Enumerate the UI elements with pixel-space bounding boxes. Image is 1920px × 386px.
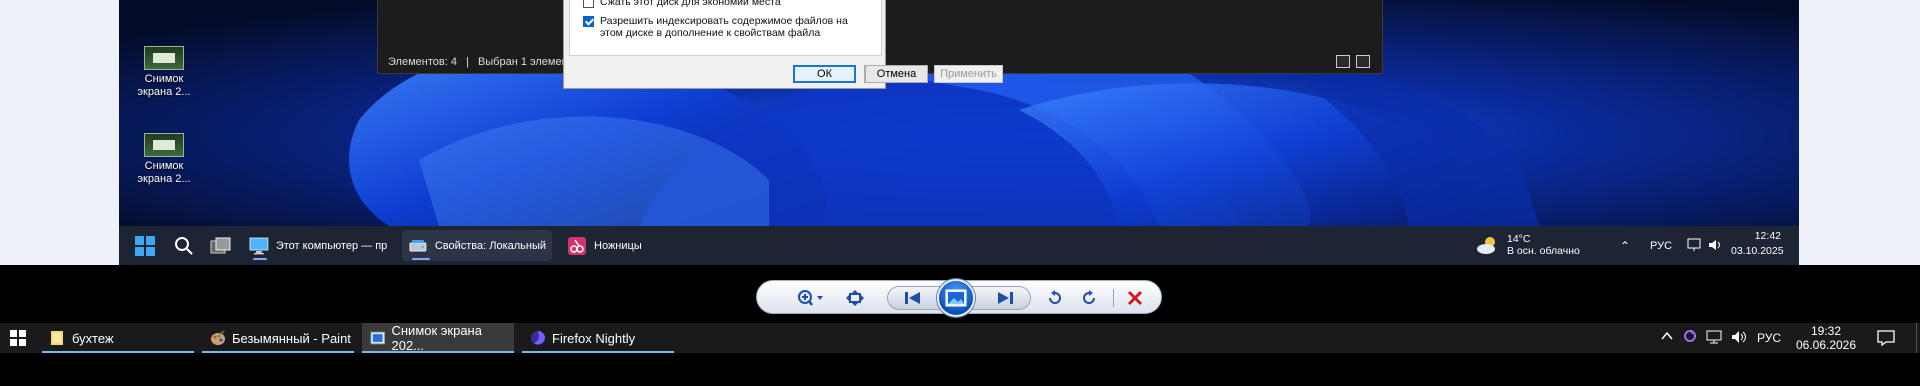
search-icon[interactable] [172,234,196,258]
items-count: Элементов: 4 [388,56,457,68]
cancel-button[interactable]: Отмена [865,65,928,83]
previous-icon[interactable] [901,287,925,309]
index-checkbox[interactable] [583,16,594,27]
clock-date[interactable]: 06.06.2026 [1790,338,1862,352]
taskbar-item-snipping[interactable]: Ножницы [561,230,661,261]
show-desktop-button[interactable] [1916,323,1920,353]
sync-icon[interactable] [1683,329,1697,346]
paint-icon [211,330,225,345]
chevron-up-icon[interactable] [1660,329,1674,346]
zoom-icon[interactable] [795,287,827,309]
image-file-icon [144,46,184,70]
inner-clock-date: 03.10.2025 [1731,245,1784,257]
compress-checkbox[interactable] [583,0,594,8]
folder-icon [51,331,63,345]
notifications-icon[interactable] [1876,328,1896,351]
chevron-up-icon[interactable]: ⌃ [1620,239,1630,253]
next-icon[interactable] [993,287,1017,309]
clock-time[interactable]: 19:32 [1790,324,1862,338]
explorer-status-bar: Элементов: 4 | Выбран 1 элемент [388,56,573,68]
properties-dialog: Сжать этот диск для экономии места Разре… [563,0,886,89]
taskbar-item-photo-viewer[interactable]: Снимок экрана 202... [362,323,514,353]
outer-taskbar: бухтеж Безымянный - Paint Снимок экрана … [0,323,1920,353]
rotate-left-icon[interactable] [1043,287,1067,309]
rotate-right-icon[interactable] [1077,287,1101,309]
windows-start-icon[interactable] [133,234,157,258]
screen: Снимок экрана 2... Снимок экрана 2... Эл… [0,0,1920,386]
photo-viewer-icon [370,331,386,345]
language-indicator[interactable]: РУС [1650,240,1672,252]
task-view-icon[interactable] [209,234,233,258]
displayed-screenshot: Снимок экрана 2... Снимок экрана 2... Эл… [119,0,1799,265]
slideshow-icon[interactable] [937,279,975,317]
inner-clock-time: 12:42 [1754,230,1781,242]
firefox-icon [531,331,545,345]
taskbar-item-properties[interactable]: Свойства: Локальный д [402,230,552,261]
windows-start-icon[interactable] [0,323,34,353]
monitor-icon [249,237,269,254]
desktop-icon-screenshot-1[interactable]: Снимок экрана 2... [119,46,209,99]
desktop-icon-label: Снимок экрана 2... [137,160,191,185]
index-option[interactable]: Разрешить индексировать содержимое файло… [583,15,863,39]
snipping-tool-icon [568,236,586,255]
network-icon[interactable] [1687,238,1703,255]
details-view-icon[interactable] [1336,55,1350,68]
network-icon[interactable] [1706,329,1724,348]
image-file-icon [144,133,184,157]
taskbar-item-paint[interactable]: Безымянный - Paint [202,323,354,353]
delete-icon[interactable] [1123,287,1147,309]
taskbar-item-explorer[interactable]: Этот компьютер — про [243,230,393,261]
photo-viewer-toolbar [756,279,1162,317]
language-indicator[interactable]: РУС [1757,331,1781,345]
taskbar-item-folder[interactable]: бухтеж [42,323,194,353]
cloud-sun-icon [1477,237,1495,254]
desktop-icon-screenshot-2[interactable]: Снимок экрана 2... [119,133,209,186]
selected-count: Выбран 1 элемент [477,56,573,68]
ok-button[interactable]: ОК [793,65,856,83]
taskbar-item-firefox[interactable]: Firefox Nightly [522,323,674,353]
dialog-panel: Сжать этот диск для экономии места Разре… [569,0,882,56]
desktop-icon-label: Снимок экрана 2... [137,73,191,98]
tiles-view-icon[interactable] [1356,55,1370,68]
apply-button[interactable]: Применить [934,65,1003,83]
inner-taskbar: Этот компьютер — про Свойства: Локальный… [119,226,1799,265]
volume-icon[interactable] [1731,329,1749,348]
compress-option[interactable]: Сжать этот диск для экономии места [583,0,781,8]
weather-widget[interactable]: 14°C В осн. облачно [1475,233,1580,257]
fit-icon[interactable] [843,287,867,309]
drive-icon [409,239,427,251]
photo-viewer-canvas: Снимок экрана 2... Снимок экрана 2... Эл… [0,0,1920,265]
volume-icon[interactable] [1708,238,1724,255]
